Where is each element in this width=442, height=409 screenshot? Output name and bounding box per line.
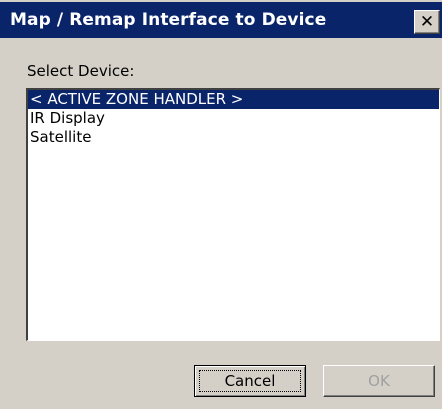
cancel-button-label: Cancel — [224, 372, 276, 390]
close-icon: ✕ — [419, 12, 435, 32]
list-item-satellite[interactable]: Satellite — [28, 128, 439, 147]
select-device-label: Select Device: — [27, 62, 135, 80]
title-bar[interactable]: Map / Remap Interface to Device ✕ — [0, 2, 442, 38]
cancel-button[interactable]: Cancel — [194, 365, 306, 397]
window-title: Map / Remap Interface to Device — [10, 10, 327, 30]
list-item-ir-display[interactable]: IR Display — [28, 109, 439, 128]
close-button[interactable]: ✕ — [414, 10, 440, 34]
ok-button-label: OK — [368, 372, 390, 390]
dialog-window: Map / Remap Interface to Device ✕ Select… — [0, 0, 442, 409]
list-item-active-zone-handler[interactable]: < ACTIVE ZONE HANDLER > — [28, 90, 439, 109]
ok-button[interactable]: OK — [323, 365, 435, 397]
device-listbox[interactable]: < ACTIVE ZONE HANDLER > IR Display Satel… — [26, 88, 440, 341]
